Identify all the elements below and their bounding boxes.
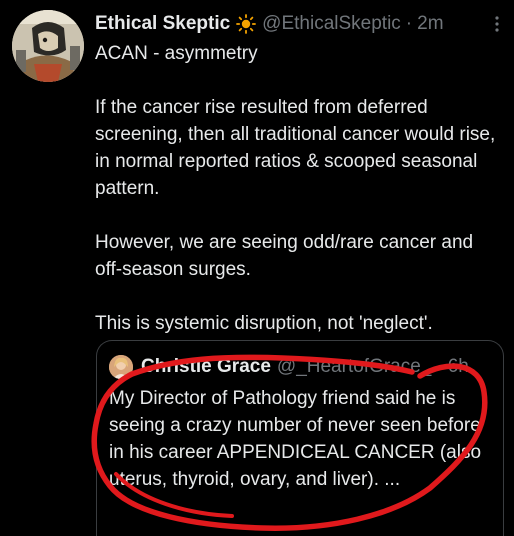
- tweet-line: However, we are seeing odd/rare cancer a…: [95, 232, 474, 280]
- display-name[interactable]: Ethical Skeptic: [95, 13, 230, 35]
- quoted-tweet[interactable]: Christie Grace @_HeartofGrace_ · 6h My D…: [96, 340, 504, 536]
- tweet-line: If the cancer rise resulted from deferre…: [95, 97, 496, 199]
- quoted-handle: @_HeartofGrace_: [276, 356, 432, 377]
- quoted-separator-dot: ·: [436, 356, 443, 377]
- timestamp[interactable]: 2m: [417, 13, 443, 35]
- quoted-avatar: [109, 355, 133, 379]
- quoted-tweet-text: My Director of Pathology friend said he …: [109, 388, 482, 490]
- separator-dot: ·: [405, 13, 413, 34]
- tweet-header: Ethical Skeptic @EthicalSkeptic · 2m: [95, 12, 444, 36]
- tweet[interactable]: Ethical Skeptic @EthicalSkeptic · 2m ACA…: [0, 0, 514, 536]
- quoted-tweet-header: Christie Grace @_HeartofGrace_ · 6h: [109, 355, 469, 379]
- quoted-timestamp: 6h: [447, 356, 469, 377]
- quoted-display-name: Christie Grace: [141, 356, 271, 377]
- tweet-line: This is systemic disruption, not 'neglec…: [95, 313, 433, 334]
- sun-icon: [236, 14, 257, 34]
- tweet-line: ACAN - asymmetry: [95, 43, 258, 64]
- avatar[interactable]: [12, 10, 84, 82]
- more-options-icon[interactable]: [488, 12, 506, 36]
- avatar-image: [12, 10, 84, 82]
- tweet-text: ACAN - asymmetry If the cancer rise resu…: [95, 40, 505, 337]
- handle[interactable]: @EthicalSkeptic: [262, 13, 401, 35]
